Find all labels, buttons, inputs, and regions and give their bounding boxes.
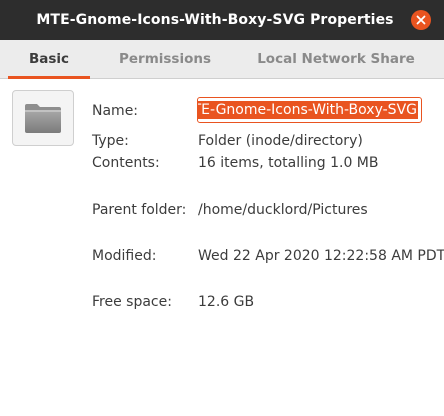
folder-icon-button[interactable] [12, 90, 74, 146]
close-icon [416, 15, 426, 25]
type-value: Folder (inode/directory) [198, 133, 363, 149]
name-input[interactable]: MTE-Gnome-Icons-With-Boxy-SVG [197, 97, 422, 123]
modified-label: Modified: [92, 248, 157, 264]
tab-bar: Basic Permissions Local Network Share [0, 40, 444, 79]
tab-local-network-share[interactable]: Local Network Share [250, 40, 422, 78]
folder-icon [25, 104, 61, 133]
tab-local-network-share-label: Local Network Share [257, 51, 415, 67]
name-label: Name: [92, 103, 139, 119]
contents-value: 16 items, totalling 1.0 MB [198, 155, 379, 171]
contents-label: Contents: [92, 155, 160, 171]
tab-permissions-label: Permissions [118, 51, 212, 67]
parent-folder-label: Parent folder: [92, 202, 187, 218]
properties-window: MTE-Gnome-Icons-With-Boxy-SVG Properties… [0, 0, 444, 416]
parent-folder-value: /home/ducklord/Pictures [198, 202, 368, 218]
close-button[interactable] [411, 10, 431, 30]
tab-permissions[interactable]: Permissions [110, 40, 220, 78]
title-bar[interactable]: MTE-Gnome-Icons-With-Boxy-SVG Properties [0, 0, 444, 40]
tab-basic-label: Basic [28, 51, 70, 67]
type-label: Type: [92, 133, 129, 149]
window-title: MTE-Gnome-Icons-With-Boxy-SVG Properties [36, 12, 394, 28]
name-input-selected-text: MTE-Gnome-Icons-With-Boxy-SVG [198, 101, 418, 119]
free-space-label: Free space: [92, 294, 172, 310]
free-space-value: 12.6 GB [198, 294, 255, 310]
modified-value: Wed 22 Apr 2020 12:22:58 AM PDT [198, 248, 444, 264]
tab-basic[interactable]: Basic [8, 40, 90, 79]
